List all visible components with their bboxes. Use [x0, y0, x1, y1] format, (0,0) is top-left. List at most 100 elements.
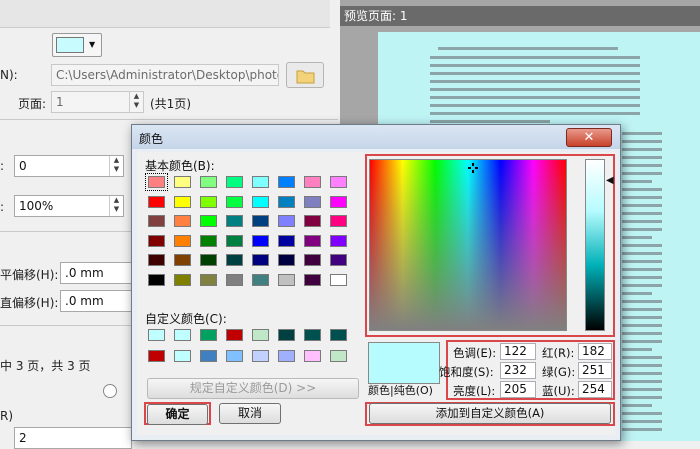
color-swatch[interactable]	[174, 254, 191, 266]
color-swatch[interactable]	[148, 254, 165, 266]
path-input[interactable]: C:\Users\Administrator\Desktop\photo	[51, 64, 279, 86]
color-swatch[interactable]	[278, 273, 295, 286]
color-solid-label[interactable]: 颜色|纯色(O)	[368, 382, 433, 398]
color-swatch[interactable]	[148, 215, 165, 227]
color-swatch[interactable]	[226, 254, 243, 266]
color-swatch[interactable]	[200, 273, 217, 286]
text-line	[622, 148, 662, 151]
color-swatch[interactable]	[330, 350, 347, 362]
cancel-button[interactable]: 取消	[219, 403, 281, 424]
color-swatch[interactable]	[278, 176, 295, 188]
color-picker-button[interactable]: ▼	[52, 33, 102, 57]
green-input[interactable]: 251	[578, 362, 612, 379]
range-input[interactable]: 2	[14, 427, 132, 449]
scale-input[interactable]: 100% ▲ ▼	[14, 195, 124, 217]
red-input[interactable]: 182	[578, 343, 612, 360]
color-swatch[interactable]	[226, 350, 243, 362]
page-stepper[interactable]: ▲ ▼	[129, 92, 143, 112]
color-swatch[interactable]	[330, 234, 347, 247]
luminance-slider[interactable]	[585, 159, 605, 331]
color-swatch[interactable]	[252, 195, 269, 208]
color-swatch[interactable]	[330, 176, 347, 188]
color-swatch[interactable]	[304, 195, 321, 208]
color-swatch[interactable]	[304, 350, 321, 362]
browse-button[interactable]	[286, 62, 324, 88]
close-button[interactable]: ✕	[566, 128, 612, 147]
color-swatch[interactable]	[278, 350, 295, 362]
color-swatch[interactable]	[330, 254, 347, 266]
color-swatch[interactable]	[200, 176, 217, 188]
color-swatch[interactable]	[330, 195, 347, 208]
color-swatch[interactable]	[278, 215, 295, 227]
color-swatch[interactable]	[174, 350, 191, 362]
v-offset-input[interactable]: .0 mm	[60, 290, 132, 312]
color-swatch[interactable]	[226, 176, 243, 188]
divider	[0, 119, 338, 120]
rotation-input[interactable]: 0 ▲ ▼	[14, 155, 124, 177]
color-swatch[interactable]	[304, 329, 321, 341]
color-swatch[interactable]	[304, 176, 321, 188]
color-swatch[interactable]	[200, 254, 217, 266]
page-input[interactable]: 1 ▲ ▼	[51, 91, 144, 113]
color-swatch	[56, 37, 84, 53]
radio-button[interactable]	[103, 384, 117, 398]
color-spectrum[interactable]	[369, 159, 567, 331]
color-swatch[interactable]	[148, 234, 165, 247]
color-swatch[interactable]	[304, 234, 321, 247]
color-swatch[interactable]	[252, 176, 269, 188]
h-offset-input[interactable]: .0 mm	[60, 262, 132, 284]
text-line	[622, 324, 662, 327]
color-swatch[interactable]	[278, 234, 295, 247]
define-custom-colors-button[interactable]: 规定自定义颜色(D) >>	[147, 378, 359, 399]
color-swatch[interactable]	[252, 215, 269, 227]
text-line	[622, 204, 662, 207]
color-swatch[interactable]	[278, 195, 295, 208]
color-swatch[interactable]	[200, 195, 217, 208]
color-swatch[interactable]	[226, 273, 243, 286]
luminance-input[interactable]: 205	[500, 381, 536, 398]
color-swatch[interactable]	[174, 215, 191, 227]
color-swatch[interactable]	[304, 215, 321, 227]
color-swatch[interactable]	[278, 254, 295, 266]
color-swatch[interactable]	[304, 254, 321, 266]
panel-header	[0, 0, 330, 28]
color-swatch[interactable]	[148, 329, 165, 341]
color-swatch[interactable]	[174, 195, 191, 208]
color-swatch[interactable]	[200, 215, 217, 227]
color-swatch[interactable]	[252, 273, 269, 286]
page-label: 页面:	[18, 97, 47, 111]
text-line	[430, 104, 640, 107]
color-swatch[interactable]	[148, 195, 165, 208]
color-swatch[interactable]	[200, 234, 217, 247]
color-swatch[interactable]	[226, 215, 243, 227]
color-swatch[interactable]	[174, 176, 191, 188]
blue-input[interactable]: 254	[578, 381, 612, 398]
saturation-input[interactable]: 232	[500, 362, 536, 379]
color-swatch[interactable]	[330, 215, 347, 227]
color-swatch[interactable]	[148, 350, 165, 362]
color-swatch[interactable]	[252, 234, 269, 247]
rotation-stepper[interactable]: ▲ ▼	[109, 156, 123, 176]
color-swatch[interactable]	[200, 350, 217, 362]
add-to-custom-colors-button[interactable]: 添加到自定义颜色(A)	[369, 403, 611, 424]
color-swatch[interactable]	[252, 254, 269, 266]
color-swatch[interactable]	[226, 195, 243, 208]
luminance-arrow-icon[interactable]: ◀	[606, 176, 614, 186]
color-swatch[interactable]	[226, 329, 243, 341]
color-swatch[interactable]	[174, 273, 191, 286]
color-swatch[interactable]	[278, 329, 295, 341]
color-swatch[interactable]	[148, 273, 165, 286]
scale-stepper[interactable]: ▲ ▼	[109, 196, 123, 216]
color-swatch[interactable]	[174, 234, 191, 247]
color-swatch[interactable]	[200, 329, 217, 341]
color-swatch[interactable]	[226, 234, 243, 247]
color-swatch[interactable]	[145, 173, 168, 191]
color-swatch[interactable]	[330, 329, 347, 341]
color-swatch[interactable]	[174, 329, 191, 341]
hue-input[interactable]: 122	[500, 343, 536, 360]
color-swatch[interactable]	[252, 329, 269, 341]
color-swatch[interactable]	[252, 350, 269, 362]
color-swatch[interactable]	[304, 273, 321, 286]
color-swatch[interactable]	[330, 273, 347, 286]
ok-button[interactable]: 确定	[147, 404, 208, 425]
